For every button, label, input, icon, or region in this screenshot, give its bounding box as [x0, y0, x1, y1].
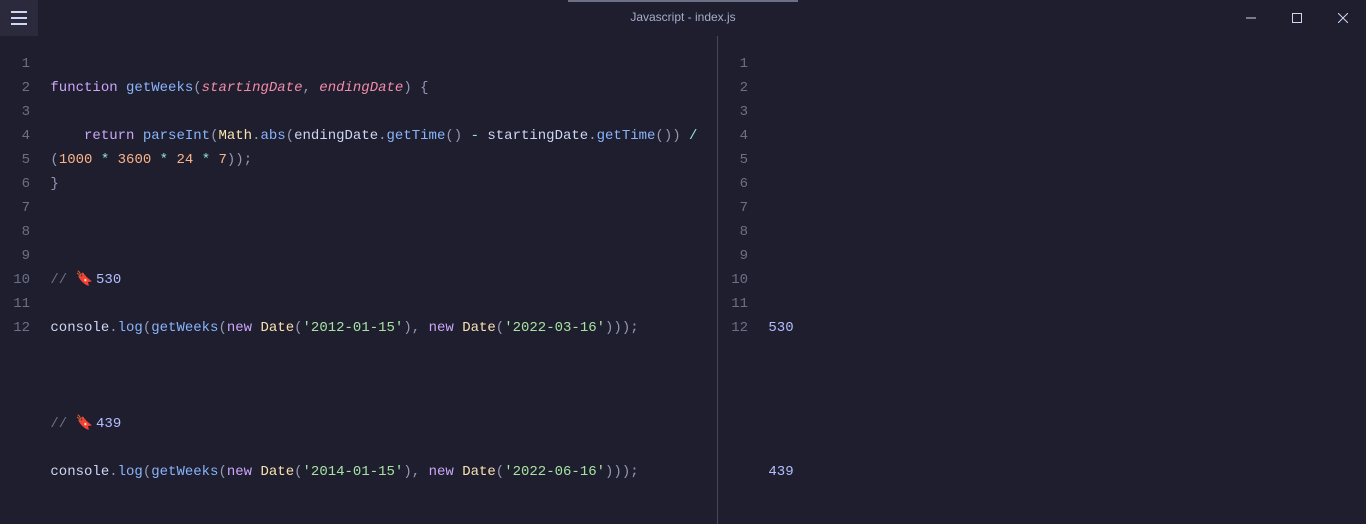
window-title: Javascript - index.js: [630, 10, 735, 24]
line-number: 8: [0, 220, 42, 244]
line-number: 2: [0, 76, 42, 100]
line-number: 7: [718, 196, 760, 220]
line-number: 8: [718, 220, 760, 244]
line-number: 3: [0, 100, 42, 124]
maximize-icon: [1292, 13, 1302, 23]
bookmark-icon: 🔖: [76, 412, 88, 436]
hamburger-menu-button[interactable]: [0, 0, 38, 36]
line-number: 6: [0, 172, 42, 196]
titlebar: Javascript - index.js: [0, 0, 1366, 36]
close-icon: [1338, 13, 1348, 23]
line-number: 3: [718, 100, 760, 124]
editor-pane-source[interactable]: 1 2 3 4 5 6 7 8 9 10 11 12 function getW…: [0, 36, 718, 524]
line-number: 5: [718, 148, 760, 172]
title-accent-bar: [568, 0, 798, 2]
line-number: 10: [718, 268, 760, 292]
line-gutter-left: 1 2 3 4 5 6 7 8 9 10 11 12: [0, 36, 42, 524]
line-number: 2: [718, 76, 760, 100]
code-area-source[interactable]: function getWeeks(startingDate, endingDa…: [42, 36, 717, 524]
editor-split-container: 1 2 3 4 5 6 7 8 9 10 11 12 function getW…: [0, 36, 1366, 524]
line-number: 11: [0, 292, 42, 316]
editor-pane-output[interactable]: 1 2 3 4 5 6 7 8 9 10 11 12 530 439 8: [718, 36, 1366, 524]
window-controls: [1228, 0, 1366, 36]
line-number: 9: [718, 244, 760, 268]
line-number: 9: [0, 244, 42, 268]
minimize-icon: [1246, 13, 1256, 23]
minimize-button[interactable]: [1228, 0, 1274, 36]
output-value: 530: [768, 320, 793, 336]
line-number: 1: [0, 52, 42, 76]
bookmark-icon: 🔖: [76, 268, 88, 292]
line-gutter-right: 1 2 3 4 5 6 7 8 9 10 11 12: [718, 36, 760, 524]
close-button[interactable]: [1320, 0, 1366, 36]
line-number: 12: [718, 316, 760, 340]
line-number: 4: [0, 124, 42, 148]
line-number: 6: [718, 172, 760, 196]
line-number: 5: [0, 148, 42, 172]
line-number: 7: [0, 196, 42, 220]
line-number: 10: [0, 268, 42, 292]
maximize-button[interactable]: [1274, 0, 1320, 36]
line-number: 11: [718, 292, 760, 316]
line-number: 1: [718, 52, 760, 76]
line-number: 4: [718, 124, 760, 148]
output-value: 439: [768, 464, 793, 480]
code-area-output[interactable]: 530 439 8: [760, 36, 1366, 524]
line-number: 12: [0, 316, 42, 340]
